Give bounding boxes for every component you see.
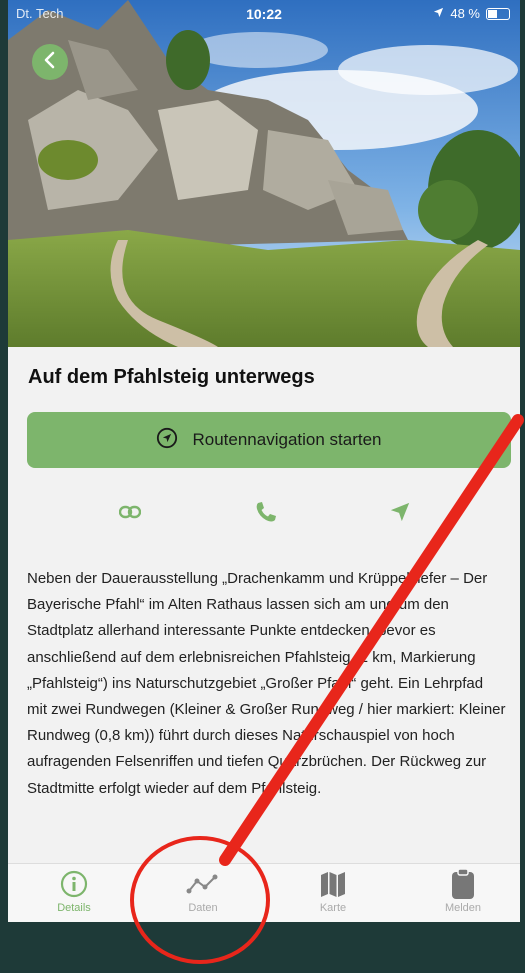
link-button[interactable] (114, 498, 146, 530)
chart-line-icon (186, 866, 220, 902)
navigation-icon (156, 427, 178, 454)
back-button[interactable] (32, 44, 68, 80)
tab-karte-label: Karte (319, 902, 347, 914)
battery-percent: 48 % (450, 6, 480, 21)
hero-image (8, 0, 520, 347)
phone-icon (254, 500, 278, 529)
location-status-icon (433, 6, 444, 21)
battery-icon (486, 7, 510, 20)
page-title: Auf dem Pfahlsteig unterwegs (28, 366, 315, 388)
tab-karte[interactable]: Karte (283, 864, 383, 922)
status-bar: Dt. Tech 10:22 48 % (8, 0, 520, 28)
clipboard-icon (450, 866, 476, 902)
status-right: 48 % (433, 6, 510, 21)
info-icon (59, 866, 89, 902)
description-text: Neben der Dauerausstellung „Drachenkamm … (27, 570, 506, 797)
route-navigation-button[interactable]: Routennavigation starten (27, 412, 511, 468)
tab-details-label: Details (57, 902, 91, 914)
tab-bar: Details Daten Karte Melden (8, 863, 520, 922)
map-icon (318, 866, 348, 902)
link-icon (118, 505, 142, 524)
location-arrow-icon (389, 501, 411, 528)
tab-daten-label: Daten (188, 902, 218, 914)
action-row (8, 498, 520, 530)
route-navigation-label: Routennavigation starten (192, 430, 382, 449)
tab-daten[interactable]: Daten (153, 864, 253, 922)
chevron-left-icon (42, 51, 58, 74)
phone-button[interactable] (250, 498, 282, 530)
directions-button[interactable] (384, 498, 416, 530)
tab-melden-label: Melden (444, 902, 482, 914)
tab-melden[interactable]: Melden (413, 864, 513, 922)
tab-details[interactable]: Details (24, 864, 124, 922)
phone-screen: Dt. Tech 10:22 48 % Auf dem Pfahlsteig u… (8, 0, 520, 922)
